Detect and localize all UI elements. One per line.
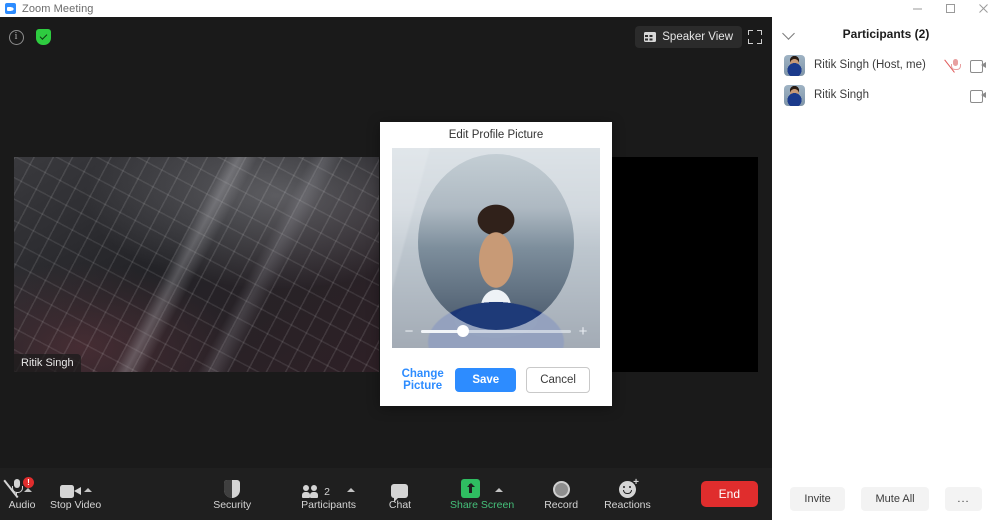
fullscreen-enter-icon[interactable] (748, 30, 762, 44)
chevron-up-icon[interactable] (84, 488, 92, 492)
toolbar-label-record: Record (544, 500, 578, 511)
dialog-title: Edit Profile Picture (380, 122, 612, 148)
avatar (784, 85, 805, 106)
participants-panel-title: Participants (2) (843, 27, 930, 41)
change-picture-button[interactable]: Change Picture (400, 368, 445, 392)
zoom-camera-icon (5, 3, 16, 14)
shield-check-icon[interactable] (32, 26, 54, 48)
toolbar-item-share-screen[interactable]: Share Screen (444, 468, 520, 520)
info-circle-icon[interactable]: i (5, 26, 27, 48)
zoom-out-icon[interactable]: − (404, 324, 414, 339)
more-options-button[interactable]: ... (945, 487, 981, 511)
cancel-button[interactable]: Cancel (526, 367, 590, 393)
toolbar-item-stop-video[interactable]: Stop Video (44, 468, 107, 520)
share-screen-icon (461, 479, 480, 498)
invite-button[interactable]: Invite (790, 487, 844, 511)
stage-view-controls: Speaker View (635, 26, 762, 48)
participant-row-icons (950, 58, 986, 73)
camera-icon[interactable] (970, 90, 986, 101)
zoom-slider-thumb[interactable] (457, 325, 469, 337)
participants-count: 2 (324, 487, 330, 498)
participants-panel-header: Participants (2) (772, 17, 1000, 50)
camera-icon (60, 485, 81, 498)
shield-icon (224, 480, 240, 498)
toolbar-item-security[interactable]: Security (207, 468, 257, 520)
maximize-icon[interactable] (934, 0, 967, 17)
participant-name: Ritik Singh (Host, me) (814, 59, 926, 71)
audio-alert-badge: ! (23, 477, 34, 488)
record-circle-icon (553, 481, 570, 498)
mute-all-button[interactable]: Mute All (861, 487, 928, 511)
chevron-up-icon[interactable] (24, 488, 32, 492)
participant-row-icons (970, 90, 986, 101)
toolbar-label-stop-video: Stop Video (50, 500, 101, 511)
crop-oval-mask (418, 154, 574, 330)
camera-icon[interactable] (970, 60, 986, 71)
toolbar-item-chat[interactable]: Chat (378, 468, 422, 520)
zoom-meeting-window: Zoom Meeting i Speaker (0, 0, 1000, 520)
toolbar-label-reactions: Reactions (604, 500, 651, 511)
toolbar-label-audio: Audio (9, 500, 36, 511)
meeting-toolbar: ! Audio Stop Video Security (0, 468, 772, 520)
mic-muted-icon[interactable] (950, 58, 961, 73)
toolbar-label-share-screen: Share Screen (450, 500, 514, 511)
reactions-smiley-icon: + (619, 481, 636, 498)
close-icon[interactable] (967, 0, 1000, 17)
participant-name: Ritik Singh (814, 89, 869, 101)
end-meeting-button[interactable]: End (701, 481, 758, 507)
participant-row[interactable]: Ritik Singh (772, 80, 1000, 110)
speaker-view-button[interactable]: Speaker View (635, 26, 742, 48)
zoom-slider-track[interactable] (421, 330, 571, 333)
toolbar-label-participants: Participants (301, 500, 356, 511)
participants-panel: Participants (2) Ritik Singh (Host, me) … (772, 17, 1000, 520)
speaker-view-label: Speaker View (662, 31, 733, 43)
people-icon (302, 485, 321, 498)
edit-profile-picture-dialog: Edit Profile Picture − + Change Picture … (380, 122, 612, 406)
toolbar-item-record[interactable]: Record (538, 468, 584, 520)
stage-top-bar: i Speaker View (0, 17, 772, 57)
profile-picture-crop-area[interactable]: − + (392, 148, 600, 348)
toolbar-item-participants[interactable]: 2 Participants (295, 468, 362, 520)
window-title: Zoom Meeting (22, 3, 94, 15)
dialog-actions: Change Picture Save Cancel (380, 354, 612, 406)
chevron-up-icon[interactable] (347, 488, 355, 492)
zoom-slider[interactable]: − + (392, 314, 600, 348)
toolbar-item-reactions[interactable]: + Reactions (598, 468, 657, 520)
toolbar-label-security: Security (213, 500, 251, 511)
video-tile[interactable]: Ritik Singh (14, 157, 379, 372)
save-button[interactable]: Save (455, 368, 516, 392)
avatar (784, 55, 805, 76)
toolbar-label-chat: Chat (389, 500, 411, 511)
chat-bubble-icon (391, 484, 408, 498)
grid-view-icon (644, 32, 656, 42)
video-tile-name: Ritik Singh (14, 354, 81, 372)
zoom-in-icon[interactable]: + (578, 324, 588, 339)
participant-row[interactable]: Ritik Singh (Host, me) (772, 50, 1000, 80)
chevron-down-icon[interactable] (782, 27, 795, 40)
mic-muted-icon: ! (12, 479, 21, 498)
participants-panel-footer: Invite Mute All ... (772, 478, 1000, 520)
toolbar-item-audio[interactable]: ! Audio (0, 468, 44, 520)
participant-video-feed (14, 157, 379, 372)
chevron-up-icon[interactable] (495, 488, 503, 492)
window-controls (901, 0, 1000, 17)
minimize-icon[interactable] (901, 0, 934, 17)
window-title-bar: Zoom Meeting (0, 0, 1000, 17)
